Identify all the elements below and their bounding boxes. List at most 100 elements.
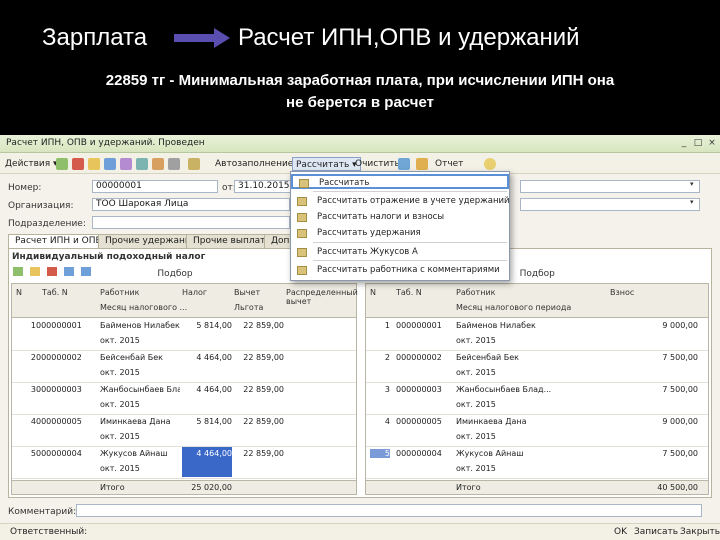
department-field[interactable] [92, 216, 290, 229]
tab-ipn-opv[interactable]: Расчет ИПН и ОПВ [8, 234, 109, 248]
menu-item-3[interactable]: Рассчитать налоги и взносы [291, 210, 509, 225]
info-icon[interactable] [484, 158, 496, 170]
col-worker: Работник [100, 288, 140, 297]
rrow-n: 2 [384, 353, 390, 362]
clear-button[interactable]: Очистить [352, 157, 403, 171]
table-row[interactable]: 3 000000003 Жанбосынбаев Блад... окт. 2015 7… [366, 383, 708, 415]
rrow-tab: 000000003 [396, 385, 442, 394]
col-tab: Таб. N [42, 288, 68, 297]
window-titlebar: Расчет ИПН, ОПВ и удержаний. Проведен _ … [0, 135, 720, 153]
rrow-worker: Жукусов Айнаш [456, 449, 524, 458]
rcol-n: N [370, 288, 376, 297]
save-icon[interactable] [56, 158, 68, 170]
table-row[interactable]: 4 000000005 Иминкаева Дана окт. 2015 9 000,0… [366, 415, 708, 447]
close-button[interactable]: Закрыть [676, 526, 720, 539]
rrow-period: окт. 2015 [456, 336, 496, 345]
row-n: 3 [30, 385, 36, 394]
calculate-menu[interactable]: Рассчитать ▾ [292, 157, 361, 171]
slide-right-title: Расчет ИПН,ОПВ и удержаний [238, 24, 580, 51]
dropdown-2-icon[interactable]: ▾ [690, 198, 694, 206]
actions-menu[interactable]: Действия ▾ [2, 157, 61, 171]
save-button[interactable]: Записать [630, 526, 682, 539]
refresh-icon[interactable] [152, 158, 164, 170]
row-tax: 5 814,00 [196, 321, 232, 330]
row-n: 4 [30, 417, 36, 426]
rrow-n: 5 [370, 449, 390, 458]
settings-icon[interactable] [416, 158, 428, 170]
report-button[interactable]: Отчет [432, 157, 466, 171]
table-row[interactable]: 1 000000001 Байменов Нилабек окт. 2015 5 814… [12, 319, 356, 351]
table-row[interactable]: 1 000000001 Байменов Нилабек окт. 2015 9 000… [366, 319, 708, 351]
dropdown-1-icon[interactable]: ▾ [690, 180, 694, 188]
left-grid-toolbar: Подбор [13, 267, 193, 281]
row-n: 1 [30, 321, 36, 330]
slide-subtitle-line2: не берется в расчет [286, 94, 434, 111]
table-row[interactable]: 2 000000002 Бейсенбай Бек окт. 2015 4 464,00… [12, 351, 356, 383]
row-period: окт. 2015 [100, 400, 140, 409]
left-pick-button[interactable]: Подбор [157, 269, 192, 279]
right-field-2[interactable] [520, 198, 700, 211]
menu-item-5[interactable]: Рассчитать Жукусов А [291, 245, 509, 260]
date-field[interactable]: 31.10.2015 [234, 180, 294, 193]
organization-label: Организация: [8, 201, 74, 211]
menu-item-1[interactable]: Рассчитать [291, 174, 509, 189]
rrow-tab: 000000002 [396, 353, 442, 362]
edit-row-icon[interactable] [29, 267, 40, 276]
table-row[interactable]: 4 000000005 Иминкаева Дана окт. 2015 5 814,0… [12, 415, 356, 447]
delete-row-icon[interactable] [46, 267, 57, 276]
rrow-worker: Жанбосынбаев Блад... [456, 385, 552, 394]
rcol-period: Месяц налогового периода [456, 303, 572, 312]
number-field[interactable]: 00000001 [92, 180, 218, 193]
calculate-icon [297, 229, 307, 238]
structure-icon[interactable] [120, 158, 132, 170]
row-tab: 000000001 [36, 321, 82, 330]
menu-item-4[interactable]: Рассчитать удержания [291, 226, 509, 241]
row-tab: 000000004 [36, 449, 82, 458]
ipn-total-value: 25 020,00 [191, 483, 232, 492]
print-icon[interactable] [398, 158, 410, 170]
edit-icon[interactable] [104, 158, 116, 170]
minimize-icon[interactable]: _ [678, 137, 690, 149]
move-down-icon[interactable] [80, 267, 91, 276]
section-title: Индивидуальный подоходный налог [12, 252, 206, 262]
row-deduct: 22 859,00 [243, 449, 284, 458]
row-worker: Байменов Нилабек [100, 321, 180, 330]
rrow-n: 4 [384, 417, 390, 426]
table-row[interactable]: 2 000000002 Бейсенбай Бек окт. 2015 7 500,00 [366, 351, 708, 383]
right-field-1[interactable] [520, 180, 700, 193]
ok-button[interactable]: OK [610, 526, 631, 539]
rrow-amount: 9 000,00 [662, 417, 698, 426]
dt-kt-icon[interactable] [136, 158, 148, 170]
menu-item-6[interactable]: Рассчитать работника с комментариями [291, 263, 509, 278]
menu-item-2[interactable]: Рассчитать отражение в учете удержаний [291, 194, 510, 209]
rrow-worker: Бейсенбай Бек [456, 353, 519, 362]
organization-field[interactable]: ТОО Шарокая Лица [92, 198, 290, 211]
autofill-menu[interactable]: Автозаполнение ▾ [212, 157, 304, 171]
add-row-icon[interactable] [13, 267, 23, 276]
col-period: Месяц налогового ... [100, 303, 188, 312]
table-row[interactable]: 5 000000004 Жукусов Айнаш окт. 2015 4 464,00… [12, 447, 356, 479]
rcol-worker: Работник [456, 288, 496, 297]
rcol-tab: Таб. N [396, 288, 422, 297]
maximize-icon[interactable]: □ [692, 137, 704, 149]
rcol-amount: Взнос [610, 288, 635, 297]
opv-table-footer: Итого 40 500,00 [366, 480, 708, 494]
comment-field[interactable] [76, 504, 702, 517]
table-row[interactable]: 3000000003 Жанбосынбаев Блад... окт. 2015 4… [12, 383, 356, 415]
row-tab: 000000002 [36, 353, 82, 362]
close-icon[interactable]: × [706, 137, 718, 149]
window-title: Расчет ИПН, ОПВ и удержаний. Проведен [6, 138, 205, 148]
calculate-icon [297, 248, 307, 257]
rrow-period: окт. 2015 [456, 464, 496, 473]
rrow-worker: Байменов Нилабек [456, 321, 536, 330]
move-up-icon[interactable] [63, 267, 74, 276]
rrow-amount: 9 000,00 [662, 321, 698, 330]
post-icon[interactable] [72, 158, 84, 170]
right-pick-button[interactable]: Подбор [520, 269, 555, 279]
row-tax: 4 464,00 [182, 447, 232, 477]
calendar-icon[interactable] [188, 158, 200, 170]
copy-icon[interactable] [88, 158, 100, 170]
table-row[interactable]: 5 000000004 Жукусов Айнаш окт. 2015 7 500,00 [366, 447, 708, 479]
rrow-worker: Иминкаева Дана [456, 417, 527, 426]
help-icon[interactable] [168, 158, 180, 170]
